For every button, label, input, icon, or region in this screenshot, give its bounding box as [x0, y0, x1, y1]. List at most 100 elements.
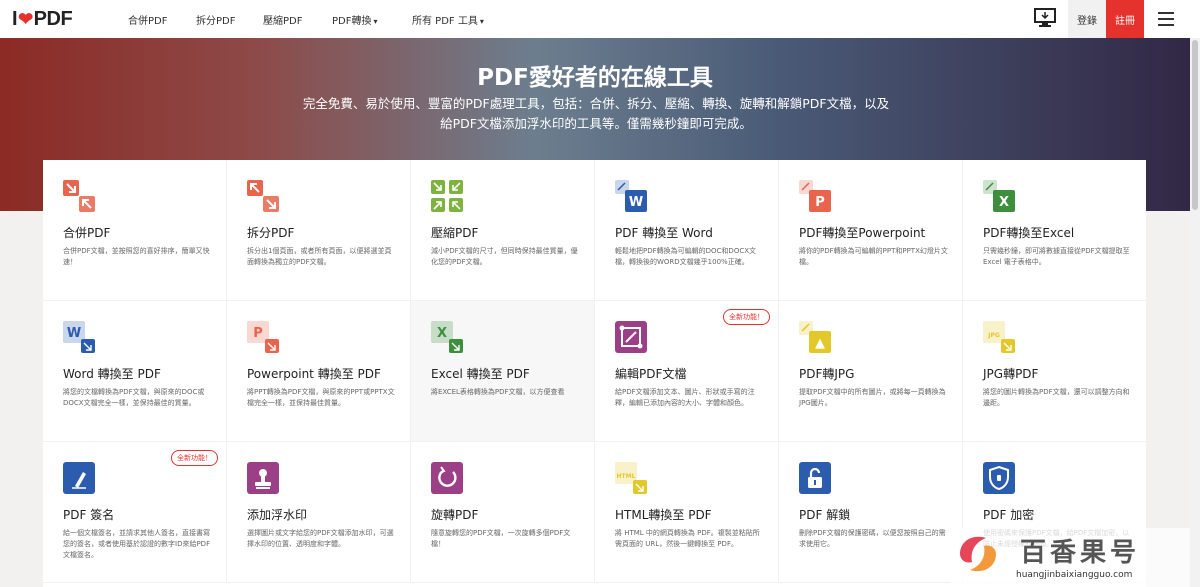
split-icon	[247, 180, 279, 212]
nav-split[interactable]: 拆分PDF	[196, 12, 235, 27]
tool-card-sign-pdf[interactable]: PDF 簽名給一個文檔簽名，並請求其他人簽名，直接書寫您的簽名，或者使用基於認證…	[43, 442, 227, 583]
tool-description: 給PDF文檔添加文本、圖片、形狀或手寫的注釋，編輯已添加內容的大小、字體和顏色。	[615, 388, 755, 407]
tool-description: 只需幾秒鐘，即可將數據直接從PDF文檔提取至Excel 電子表格中。	[983, 247, 1130, 266]
compress-icon	[431, 180, 463, 212]
tool-title: PDF 解鎖	[799, 508, 851, 522]
nav-compress[interactable]: 壓縮PDF	[263, 12, 302, 27]
logo-text: PDF	[33, 8, 73, 30]
tool-card-excel-to-pdf[interactable]: X Excel 轉換至 PDF 將EXCEL表格轉換為PDF文檔，以方便查看	[411, 301, 595, 442]
tool-description: 隨意旋轉您的PDF文檔，一次旋轉多個PDF文檔！	[431, 529, 571, 548]
tool-title: Word 轉換至 PDF	[63, 367, 161, 381]
scrollbar-thumb[interactable]	[1192, 40, 1198, 210]
sign-pdf-icon	[63, 462, 95, 494]
tool-title: PDF轉換至Powerpoint	[799, 226, 926, 240]
tool-title: PDF轉JPG	[799, 367, 855, 381]
tool-title: 壓縮PDF	[431, 226, 479, 240]
new-feature-badge: 全新功能！	[171, 450, 218, 466]
tool-card-powerpoint-to-pdf[interactable]: P Powerpoint 轉換至 PDF 將PPT轉換為PDF文檔，與原來的PPT或…	[227, 301, 411, 442]
merge-icon	[63, 180, 95, 212]
ilovepdf-logo[interactable]: I ❤ PDF	[12, 8, 73, 31]
tool-card-pdf-to-word[interactable]: W PDF 轉換至 Word 輕鬆地把PDF轉換為可編輯的DOC和DOCX文檔，轉換…	[595, 160, 779, 301]
tool-card-pdf-to-excel[interactable]: X PDF轉換至Excel 只需幾秒鐘，即可將數據直接從PDF文檔提取至Excel …	[963, 160, 1146, 301]
tool-title: PDF 加密	[983, 508, 1035, 522]
tool-description: 刪除PDF文檔的保護密碼，以便您按照自己的需求使用它。	[799, 529, 946, 548]
tool-card-merge[interactable]: 合併PDF 合併PDF文檔，並按照您的喜好排序，簡單又快速！	[43, 160, 227, 301]
unlock-pdf-icon	[799, 462, 831, 494]
svg-text:X: X	[437, 326, 447, 341]
tool-title: JPG轉PDF	[983, 367, 1039, 381]
login-button[interactable]: 登錄	[1068, 0, 1106, 38]
rotate-pdf-icon	[431, 462, 463, 494]
nav-merge[interactable]: 合併PDF	[128, 12, 167, 27]
hamburger-menu-icon[interactable]	[1158, 12, 1174, 26]
tool-description: 選擇圖片或文字給您的PDF文檔添加水印，可選擇水印的位置、透明度和字體。	[247, 529, 394, 548]
tool-description: 拆分出1個頁面，或者所有頁面，以便將選並頁面轉換為獨立的PDF文檔。	[247, 247, 392, 266]
tool-description: 將 HTML 中的網頁轉換為 PDF。複製並粘貼所需頁面的 URL，然後一鍵轉換…	[615, 529, 760, 548]
tool-title: 添加浮水印	[247, 508, 308, 522]
protect-pdf-icon	[983, 462, 1015, 494]
tool-title: PDF 簽名	[63, 508, 115, 522]
chevron-down-icon: ▾	[479, 17, 484, 26]
html-to-pdf-icon: HTML	[615, 462, 647, 494]
svg-text:HTML: HTML	[617, 473, 636, 480]
logo-letter: I	[12, 8, 18, 30]
tool-card-pdf-to-jpg[interactable]: ▲ PDF轉JPG 提取PDF文檔中的所有圖片，或將每一頁轉換為JPG圖片。	[779, 301, 963, 442]
tool-card-watermark[interactable]: 添加浮水印選擇圖片或文字給您的PDF文檔添加水印，可選擇水印的位置、透明度和字體…	[227, 442, 411, 583]
excel-to-pdf-icon: X	[431, 321, 463, 353]
signup-button[interactable]: 註冊	[1106, 0, 1144, 38]
pdf-to-powerpoint-icon: P	[799, 180, 831, 212]
tool-title: Excel 轉換至 PDF	[431, 367, 530, 381]
tool-description: 將EXCEL表格轉換為PDF文檔，以方便查看	[431, 388, 565, 396]
nav-convert[interactable]: PDF轉換 ▾	[332, 12, 378, 27]
tool-description: 將你的PDF轉換為可編輯的PPT和PPTX幻燈片文檔。	[799, 247, 948, 266]
tool-card-word-to-pdf[interactable]: W Word 轉換至 PDF 將您的文檔轉換為PDF文檔，與原來的DOC或DOCX文…	[43, 301, 227, 442]
tool-description: 合併PDF文檔，並按照您的喜好排序，簡單又快速！	[63, 247, 210, 266]
tool-title: Powerpoint 轉換至 PDF	[247, 367, 381, 381]
svg-text:▲: ▲	[815, 336, 825, 351]
chevron-down-icon: ▾	[373, 17, 378, 26]
tool-description: 減小PDF文檔的尺寸，但同時保持最佳質量，優化您的PDF文檔。	[431, 247, 578, 266]
tool-title: 編輯PDF文檔	[615, 367, 687, 381]
tool-description: 輕鬆地把PDF轉換為可編輯的DOC和DOCX文檔，轉換後的WORD文檔幾乎100…	[615, 247, 757, 266]
powerpoint-to-pdf-icon: P	[247, 321, 279, 353]
svg-text:JPG: JPG	[987, 332, 1000, 339]
tool-card-jpg-to-pdf[interactable]: JPG JPG轉PDF 將您的圖片轉換為PDF文檔，還可以調整方向和邊距。	[963, 301, 1146, 442]
pdf-to-excel-icon: X	[983, 180, 1015, 212]
svg-text:W: W	[67, 326, 81, 341]
tool-card-compress[interactable]: 壓縮PDF 減小PDF文檔的尺寸，但同時保持最佳質量，優化您的PDF文檔。	[411, 160, 595, 301]
tool-description: 將您的文檔轉換為PDF文檔，與原來的DOC或DOCX文檔完全一樣，並保持最佳的質…	[63, 388, 205, 407]
svg-text:P: P	[253, 326, 263, 341]
tool-card-rotate-pdf[interactable]: 旋轉PDF 隨意旋轉您的PDF文檔，一次旋轉多個PDF文檔！	[411, 442, 595, 583]
tool-card-edit-pdf[interactable]: 編輯PDF文檔給PDF文檔添加文本、圖片、形狀或手寫的注釋，編輯已添加內容的大小…	[595, 301, 779, 442]
top-header: I ❤ PDF 合併PDF 拆分PDF 壓縮PDF PDF轉換 ▾ 所有 PDF …	[0, 0, 1200, 39]
watermark-icon	[247, 462, 279, 494]
tool-title: PDF 轉換至 Word	[615, 226, 713, 240]
nav-all-tools[interactable]: 所有 PDF 工具 ▾	[412, 12, 484, 27]
desktop-app-icon[interactable]	[1034, 8, 1056, 28]
watermark-url: huangjinbaixiangguo.com	[1016, 570, 1133, 580]
page-scrollbar[interactable]	[1190, 38, 1200, 587]
jpg-to-pdf-icon: JPG	[983, 321, 1015, 353]
tool-card-split[interactable]: 拆分PDF 拆分出1個頁面，或者所有頁面，以便將選並頁面轉換為獨立的PDF文檔。	[227, 160, 411, 301]
heart-icon: ❤	[18, 9, 33, 29]
tool-title: 旋轉PDF	[431, 508, 479, 522]
tool-title: 拆分PDF	[247, 226, 295, 240]
hero-subtitle: 完全免費、易於使用、豐富的PDF處理工具，包括：合併、拆分、壓縮、轉換、旋轉和解…	[302, 96, 890, 131]
tool-card-html-to-pdf[interactable]: HTML HTML轉換至 PDF 將 HTML 中的網頁轉換為 PDF。複製並粘貼所…	[595, 442, 779, 583]
tools-grid: 合併PDF 合併PDF文檔，並按照您的喜好排序，簡單又快速！ 拆分PDF 拆分出1個…	[43, 160, 1146, 587]
tool-card-unlock-pdf[interactable]: PDF 解鎖刪除PDF文檔的保護密碼，以便您按照自己的需求使用它。	[779, 442, 963, 583]
tool-description: 提取PDF文檔中的所有圖片，或將每一頁轉換為JPG圖片。	[799, 388, 946, 407]
tool-description: 給一個文檔簽名，並請求其他人簽名，直接書寫您的簽名，或者使用基於認證的數字ID來…	[63, 529, 211, 559]
watermark-logo-icon	[960, 536, 996, 572]
tool-description: 將PPT轉換為PDF文檔，與原來的PPT或PPTX文檔完全一樣，並保持最佳質量。	[247, 388, 395, 407]
tool-title: 合併PDF	[63, 226, 111, 240]
watermark-brand: 百香果号	[1020, 538, 1141, 568]
site-watermark: 百香果号 huangjinbaixiangguo.com	[950, 528, 1190, 587]
pdf-to-word-icon: W	[615, 180, 647, 212]
tool-title: HTML轉換至 PDF	[615, 508, 712, 522]
svg-text:W: W	[629, 195, 643, 210]
tool-card-pdf-to-powerpoint[interactable]: P PDF轉換至Powerpoint 將你的PDF轉換為可編輯的PPT和PPTX幻燈…	[779, 160, 963, 301]
tool-description: 將您的圖片轉換為PDF文檔，還可以調整方向和邊距。	[983, 388, 1130, 407]
word-to-pdf-icon: W	[63, 321, 95, 353]
tool-title: PDF轉換至Excel	[983, 226, 1075, 240]
